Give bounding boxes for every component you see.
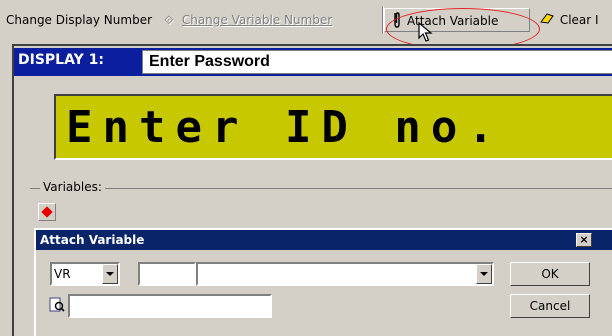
- search-input[interactable]: [68, 294, 272, 318]
- cancel-button[interactable]: Cancel: [510, 294, 590, 318]
- ok-button[interactable]: OK: [510, 262, 590, 286]
- search-icon: [48, 296, 66, 317]
- attach-variable-dialog: Attach Variable × VR OK Cancel: [34, 228, 612, 336]
- variable-number-input[interactable]: [138, 262, 196, 286]
- variable-type-select[interactable]: VR: [50, 262, 120, 286]
- variables-legend: Variables:: [40, 180, 105, 194]
- diamond-icon: [41, 206, 53, 218]
- type-dropdown-button[interactable]: [102, 264, 118, 284]
- clear-label: Clear I: [559, 13, 599, 27]
- change-variable-number-label: Change Variable Number: [181, 13, 333, 27]
- display-label: DISPLAY 1:: [18, 52, 104, 68]
- close-icon[interactable]: ×: [576, 233, 592, 247]
- variable-type-value: VR: [54, 267, 71, 281]
- eraser-icon: [540, 8, 556, 32]
- chevron-down-icon: [106, 272, 114, 276]
- display-text-input[interactable]: Enter Password: [142, 50, 612, 74]
- variable-marker-button[interactable]: [38, 203, 56, 221]
- dialog-title: Attach Variable: [40, 233, 145, 247]
- display-header: DISPLAY 1: Enter Password: [14, 48, 612, 76]
- toolbar: Change Display Number ⟐ Change Variable …: [0, 0, 612, 50]
- dialog-title-bar: Attach Variable ×: [36, 230, 612, 250]
- change-variable-number-button[interactable]: ⟐ Change Variable Number: [164, 8, 332, 32]
- variable-name-select[interactable]: [196, 262, 494, 286]
- arrow-icon: ⟐: [164, 13, 174, 27]
- change-display-number-button[interactable]: Change Display Number: [6, 8, 152, 32]
- name-dropdown-button[interactable]: [476, 264, 492, 284]
- lcd-text: Enter ID no.: [66, 102, 504, 153]
- chevron-down-icon: [480, 272, 488, 276]
- lcd-preview: Enter ID no.: [54, 94, 612, 160]
- change-display-number-label: Change Display Number: [6, 13, 153, 27]
- clear-button[interactable]: Clear I: [540, 8, 599, 32]
